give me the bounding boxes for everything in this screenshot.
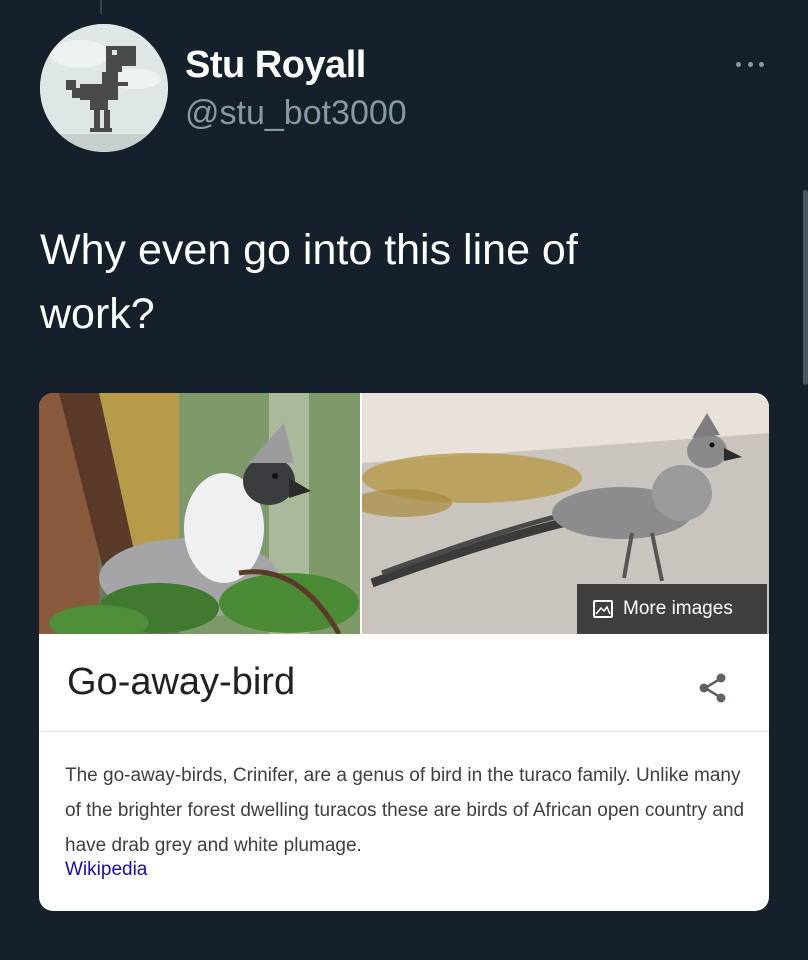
- more-images-button[interactable]: More images: [577, 584, 767, 634]
- avatar[interactable]: [40, 24, 168, 152]
- thread-line: [100, 0, 102, 14]
- card-title: Go-away-bird: [67, 661, 296, 703]
- go-away-bird-perched-image: [39, 393, 360, 634]
- share-icon[interactable]: [696, 671, 730, 705]
- dino-avatar-image: [40, 24, 168, 152]
- tweet-text-line-2: work?: [40, 290, 155, 338]
- tweet-text: Why even go into this line of work?: [40, 218, 760, 346]
- bird-photo-left[interactable]: [39, 393, 360, 634]
- bird-photo-right[interactable]: More images: [362, 393, 769, 634]
- card-description: The go-away-birds, Crinifer, are a genus…: [65, 765, 745, 856]
- source-link[interactable]: Wikipedia: [65, 859, 147, 881]
- image-icon: [593, 600, 613, 618]
- more-options-icon[interactable]: [730, 52, 770, 76]
- scrollbar[interactable]: [803, 190, 808, 385]
- tweet-text-line-1: Why even go into this line of: [40, 226, 578, 274]
- author-name[interactable]: Stu Royall: [185, 44, 366, 87]
- card-divider: [39, 731, 769, 732]
- more-images-label: More images: [623, 598, 733, 619]
- author-handle[interactable]: @stu_bot3000: [185, 94, 407, 133]
- knowledge-card[interactable]: More images Go-away-bird The go-away-bir…: [39, 393, 769, 911]
